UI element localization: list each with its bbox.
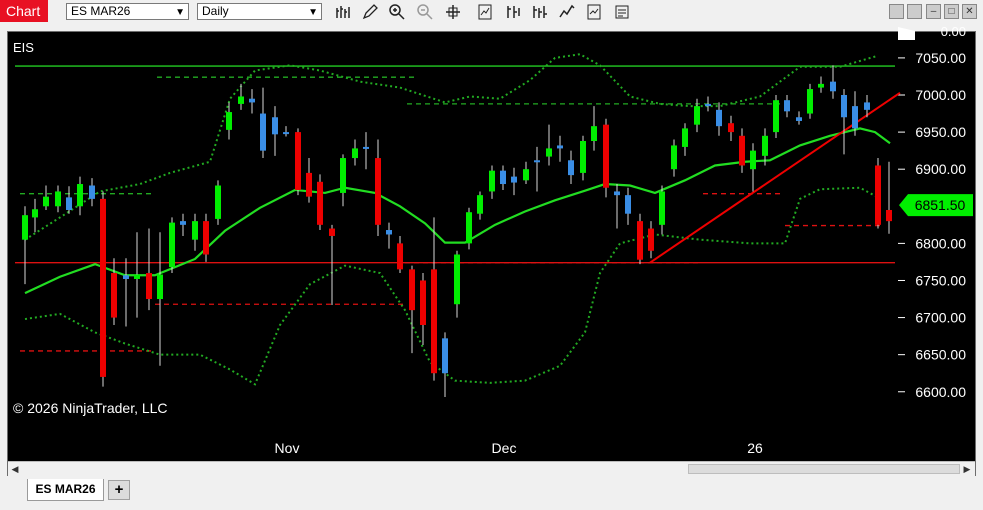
zoom-in-icon[interactable] (388, 3, 406, 21)
close-button[interactable]: ✕ (962, 4, 977, 19)
horizontal-scrollbar[interactable]: ◀ ▶ (8, 461, 975, 476)
instrument-label: EIS (13, 40, 34, 55)
minimize-button[interactable]: – (926, 4, 941, 19)
interval-selector-value: Daily (202, 4, 229, 18)
data-series-icon[interactable] (613, 3, 631, 21)
chart-trader-icon[interactable] (531, 3, 549, 21)
maximize-button[interactable]: □ (944, 4, 959, 19)
tab-strip: ES MAR26 + (0, 477, 983, 510)
crosshair-icon[interactable] (444, 3, 462, 21)
strategies-icon[interactable] (504, 3, 522, 21)
zoom-out-icon[interactable] (416, 3, 434, 21)
copyright-text: © 2026 NinjaTrader, LLC (13, 400, 168, 416)
tab-es-mar26[interactable]: ES MAR26 (27, 479, 104, 501)
scroll-left-icon[interactable]: ◀ (9, 463, 21, 475)
scroll-right-icon[interactable]: ▶ (961, 463, 973, 475)
chart-toolbar: Chart ES MAR26 ▼ Daily ▼ – □ ✕ (0, 0, 983, 24)
bar-type-icon[interactable] (334, 3, 352, 21)
window-restore-button[interactable] (889, 4, 904, 19)
add-tab-button[interactable]: + (108, 480, 130, 500)
indicators-icon[interactable] (476, 3, 494, 21)
chevron-down-icon: ▼ (308, 7, 318, 18)
templates-icon[interactable] (585, 3, 603, 21)
instrument-selector[interactable]: ES MAR26 ▼ (66, 3, 189, 20)
window-pin-button[interactable] (907, 4, 922, 19)
chart-window-label: Chart (0, 0, 48, 22)
draw-pencil-icon[interactable] (361, 3, 379, 21)
instrument-selector-value: ES MAR26 (71, 4, 131, 18)
chevron-down-icon: ▼ (175, 7, 185, 18)
properties-icon[interactable] (558, 3, 576, 21)
interval-selector[interactable]: Daily ▼ (197, 3, 322, 20)
scroll-thumb[interactable] (688, 464, 960, 474)
